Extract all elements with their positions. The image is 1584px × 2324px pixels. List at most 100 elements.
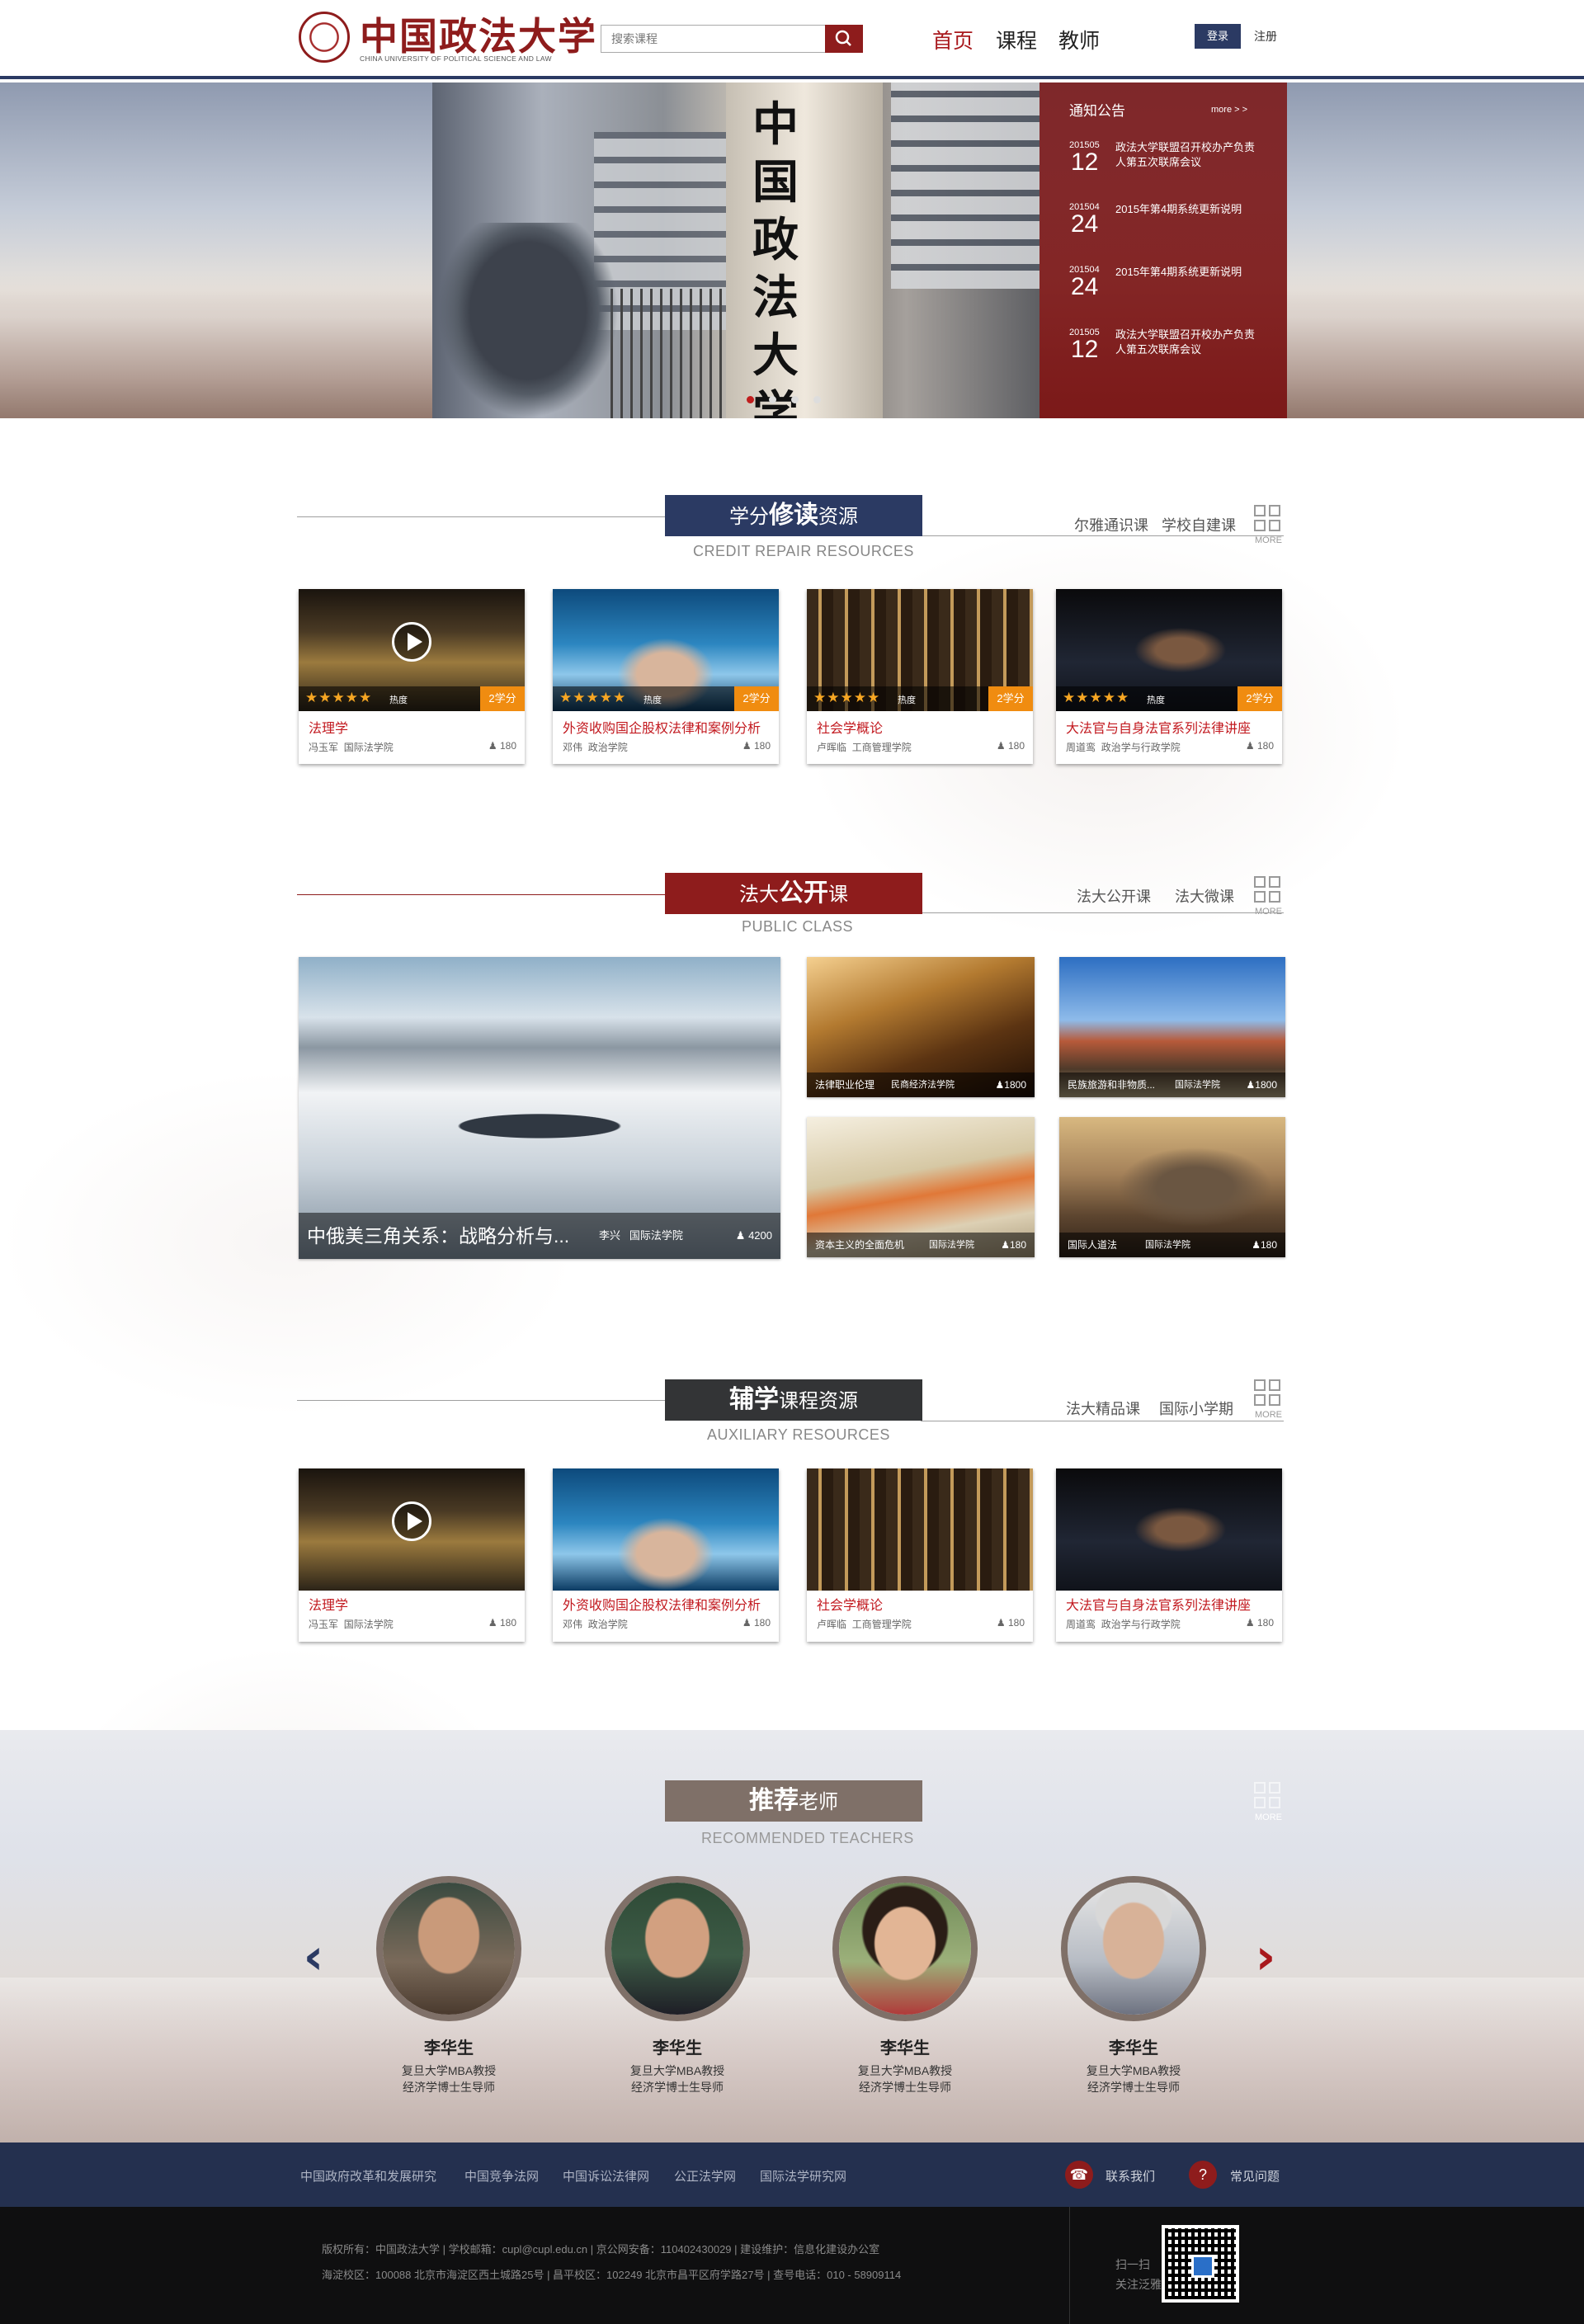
avatar[interactable] [376, 1876, 521, 2021]
more-label[interactable]: MORE [1255, 907, 1282, 917]
views: 1800 [1255, 1079, 1277, 1091]
teacher-name[interactable]: 李华生 [1028, 2034, 1239, 2058]
logo-chinese[interactable]: 中国政法大学 [360, 7, 597, 61]
hero-pillar-text: 中国政法大学 [752, 97, 799, 418]
register-link[interactable]: 注册 [1254, 28, 1277, 45]
avatar[interactable] [605, 1876, 750, 2021]
qr-code-icon[interactable] [1162, 2225, 1239, 2303]
teacher-card[interactable]: 李华生 复旦大学MBA教授 经济学博士生导师 [799, 1876, 997, 2099]
next-arrow-icon[interactable]: › [1247, 1932, 1284, 1983]
tab-quality-class[interactable]: 法大精品课 [1066, 1398, 1140, 1419]
nav-teachers[interactable]: 教师 [1058, 25, 1100, 54]
notice-item[interactable]: 201505 12 政法大学联盟召开校办产负责人第五次联席会议 [1069, 328, 1275, 385]
hero-banner[interactable]: 中国政法大学 [0, 82, 1584, 418]
question-icon[interactable]: ? [1189, 2161, 1217, 2189]
tab-public-class[interactable]: 法大公开课 [1077, 885, 1151, 907]
teacher-card[interactable]: 李华生 复旦大学MBA教授 经济学博士生导师 [343, 1876, 541, 2099]
course-title[interactable]: 外资收购国企股权法律和案例分析 [563, 717, 761, 737]
course-title[interactable]: 法理学 [309, 717, 348, 737]
teacher-name[interactable]: 李华生 [799, 2034, 1011, 2058]
footer-link[interactable]: 中国诉讼法律网 [563, 2167, 649, 2185]
course-card[interactable]: 大法官与自身法官系列法律讲座 周道鸾 政治学与行政学院 ♟ 180 [1056, 1468, 1282, 1642]
course-card[interactable]: ★★★★★ 热度 2学分 大法官与自身法官系列法律讲座 周道鸾 政治学与行政学院 ♟… [1056, 589, 1282, 764]
college-name: 政治学院 [587, 1619, 628, 1630]
teacher-desc: 复旦大学MBA教授 经济学博士生导师 [1028, 2062, 1239, 2095]
course-title[interactable]: 社会学概论 [817, 717, 883, 737]
tile-title[interactable]: 民族旅游和非物质... [1068, 1072, 1175, 1097]
tab-micro-class[interactable]: 法大微课 [1175, 885, 1234, 907]
carousel-dot[interactable] [813, 396, 821, 403]
user-icon: ♟ [488, 740, 500, 752]
play-icon[interactable] [392, 1501, 431, 1541]
nav-courses[interactable]: 课程 [996, 25, 1037, 54]
prev-arrow-icon[interactable]: ‹ [295, 1932, 332, 1983]
tab-intl-term[interactable]: 国际小学期 [1159, 1398, 1233, 1419]
class-tile[interactable]: 国际人道法 国际法学院 ♟180 [1059, 1117, 1285, 1257]
more-grid-icon[interactable] [1254, 505, 1282, 533]
class-tile[interactable]: 民族旅游和非物质... 国际法学院 ♟1800 [1059, 957, 1285, 1097]
tile-title[interactable]: 国际人道法 [1068, 1233, 1117, 1257]
featured-title[interactable]: 中俄美三角关系：战略分析与... [307, 1213, 569, 1259]
avatar[interactable] [832, 1876, 978, 2021]
notice-item[interactable]: 201504 24 2015年第4期系统更新说明 [1069, 265, 1275, 323]
section-title: 辅学课程资源 [665, 1379, 922, 1421]
carousel-dot[interactable] [747, 396, 754, 403]
course-title[interactable]: 大法官与自身法官系列法律讲座 [1066, 717, 1251, 737]
course-card[interactable]: 社会学概论 卢晖临 工商管理学院 ♟ 180 [807, 1468, 1033, 1642]
tab-self-built[interactable]: 学校自建课 [1162, 514, 1236, 535]
footer-link[interactable]: 国际法学研究网 [760, 2167, 846, 2185]
featured-meta: 李兴 国际法学院 [599, 1213, 683, 1259]
class-tile[interactable]: 资本主义的全面危机 国际法学院 ♟180 [807, 1117, 1035, 1257]
footer-link[interactable]: 公正法学网 [674, 2167, 736, 2185]
teacher-name: 冯玉军 [309, 742, 339, 753]
play-icon[interactable] [392, 622, 431, 662]
phone-icon[interactable]: ☎ [1065, 2161, 1093, 2189]
tile-bar: 法律职业伦理 民商经济法学院 ♟1800 [807, 1072, 1035, 1097]
course-card[interactable]: 法理学 冯玉军 国际法学院 ♟ 180 [299, 1468, 525, 1642]
login-button[interactable]: 登录 [1195, 24, 1241, 49]
notice-item[interactable]: 201504 24 2015年第4期系统更新说明 [1069, 202, 1275, 260]
nav-home[interactable]: 首页 [932, 25, 974, 54]
more-label[interactable]: MORE [1255, 1410, 1282, 1420]
more-label[interactable]: MORE [1255, 1813, 1282, 1822]
footer-link[interactable]: 中国政府改革和发展研究 [300, 2167, 436, 2185]
more-grid-icon[interactable] [1254, 1379, 1282, 1407]
course-card[interactable]: ★★★★★ 热度 2学分 社会学概论 卢晖临 工商管理学院 ♟ 180 [807, 589, 1033, 764]
carousel-dot[interactable] [791, 396, 799, 403]
featured-class[interactable]: 中俄美三角关系：战略分析与... 李兴 国际法学院 ♟ 4200 [299, 957, 780, 1259]
course-title[interactable]: 法理学 [309, 1594, 348, 1614]
title-bold: 推荐 [749, 1787, 799, 1814]
views: 180 [753, 740, 771, 752]
more-label[interactable]: MORE [1255, 535, 1282, 545]
contact-link[interactable]: 联系我们 [1106, 2167, 1155, 2185]
hero-lion-statue [437, 223, 619, 418]
course-card[interactable]: 外资收购国企股权法律和案例分析 邓伟 政治学院 ♟ 180 [553, 1468, 779, 1642]
course-title[interactable]: 外资收购国企股权法律和案例分析 [563, 1594, 761, 1614]
notice-item[interactable]: 201505 12 政法大学联盟召开校办产负责人第五次联席会议 [1069, 140, 1275, 198]
class-tile[interactable]: 法律职业伦理 民商经济法学院 ♟1800 [807, 957, 1035, 1097]
teacher-card[interactable]: 李华生 复旦大学MBA教授 经济学博士生导师 [572, 1876, 770, 2099]
tile-title[interactable]: 法律职业伦理 [815, 1072, 874, 1097]
footer-link[interactable]: 中国竞争法网 [464, 2167, 539, 2185]
teacher-card[interactable]: 李华生 复旦大学MBA教授 经济学博士生导师 [1028, 1876, 1226, 2099]
search-input[interactable] [601, 25, 825, 53]
course-teacher: 邓伟 政治学院 [563, 740, 628, 754]
more-grid-icon[interactable] [1254, 1782, 1282, 1810]
course-title[interactable]: 社会学概论 [817, 1594, 883, 1614]
course-card[interactable]: ★★★★★ 热度 2学分 外资收购国企股权法律和案例分析 邓伟 政治学院 ♟ 180 [553, 589, 779, 764]
avatar[interactable] [1061, 1876, 1206, 2021]
teacher-name[interactable]: 李华生 [572, 2034, 783, 2058]
course-card[interactable]: ★★★★★ 热度 2学分 法理学 冯玉军 国际法学院 ♟ 180 [299, 589, 525, 764]
more-grid-icon[interactable] [1254, 876, 1282, 904]
faq-link[interactable]: 常见问题 [1230, 2167, 1280, 2185]
tab-erya[interactable]: 尔雅通识课 [1074, 514, 1148, 535]
tile-title[interactable]: 资本主义的全面危机 [815, 1233, 904, 1257]
course-image [553, 1468, 779, 1591]
carousel-dot[interactable] [769, 396, 776, 403]
notice-more-link[interactable]: more > > [1211, 105, 1247, 115]
search-button[interactable] [825, 25, 863, 53]
course-title[interactable]: 大法官与自身法官系列法律讲座 [1066, 1594, 1251, 1614]
teacher-name[interactable]: 李华生 [343, 2034, 554, 2058]
hot-label: 热度 [898, 695, 916, 705]
college-name: 工商管理学院 [851, 742, 912, 753]
